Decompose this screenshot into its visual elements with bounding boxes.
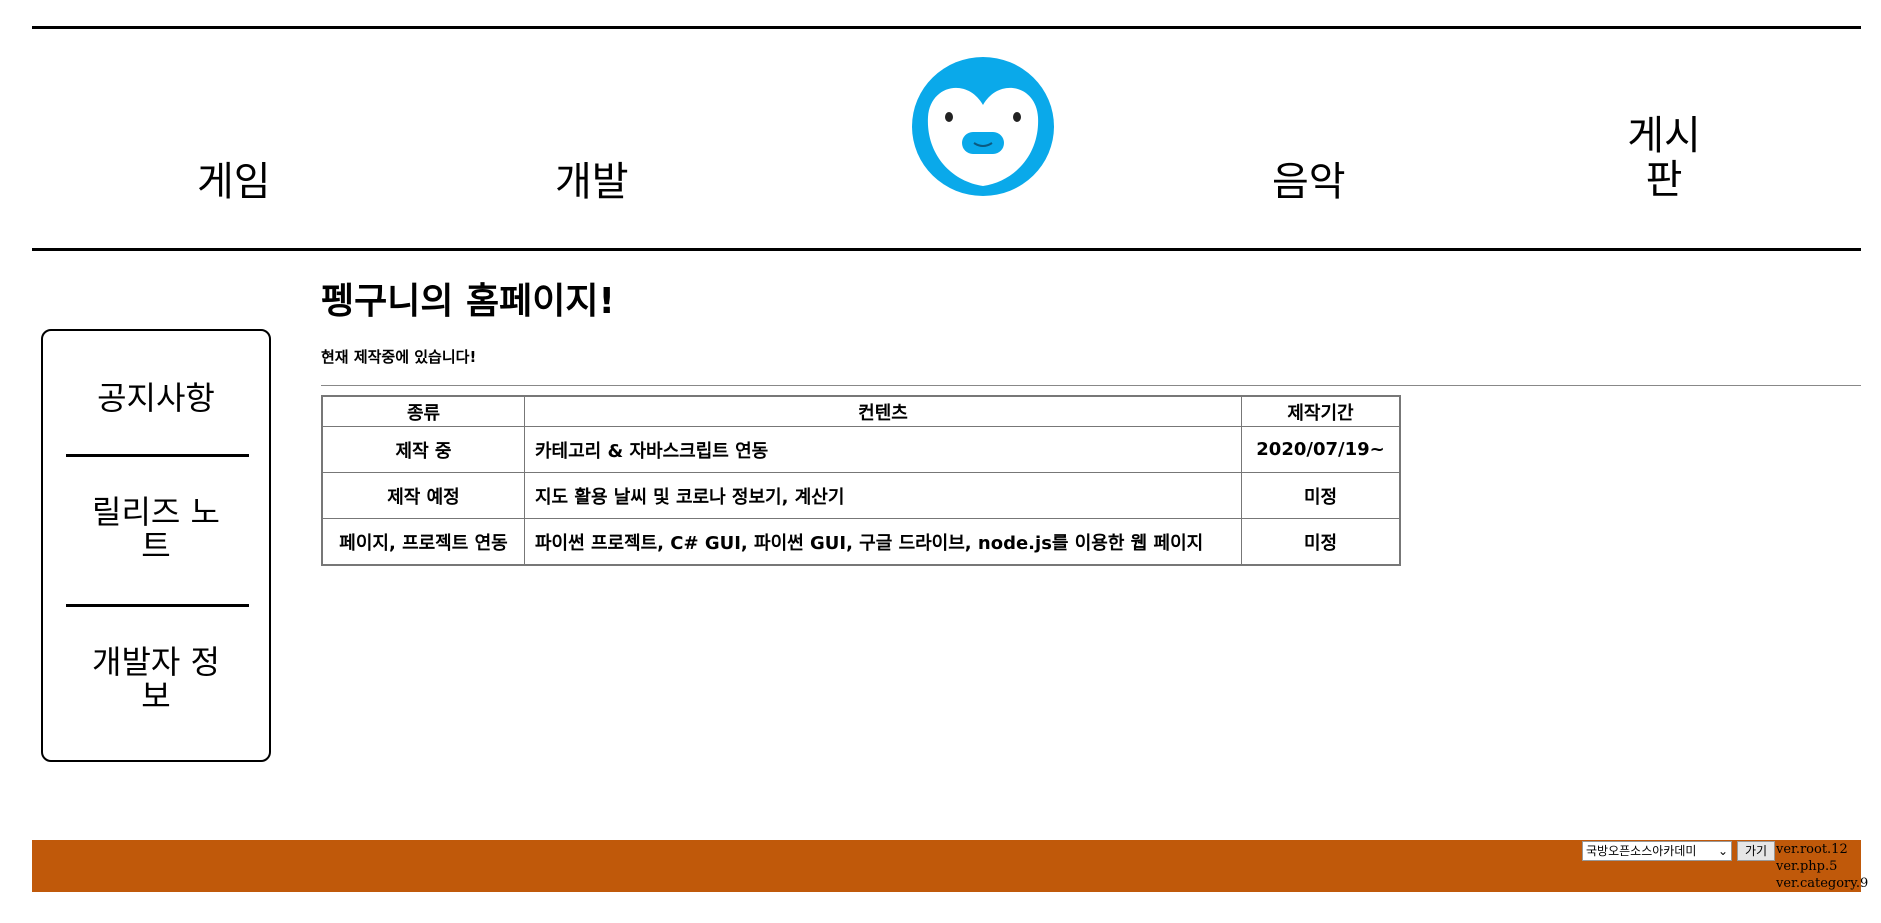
content-divider (321, 385, 1861, 386)
table-row: 페이지, 프로젝트 연동 파이썬 프로젝트, C# GUI, 파이썬 GUI, … (321, 518, 1401, 566)
table-cell-contents: 파이썬 프로젝트, C# GUI, 파이썬 GUI, 구글 드라이브, node… (524, 518, 1242, 566)
sidebar-item-developer-info[interactable]: 개발자 정보 (43, 645, 269, 713)
sidebar-item-notice[interactable]: 공지사항 (43, 381, 269, 415)
table-cell-period: 미정 (1241, 472, 1401, 519)
version-root: ver.root.12 (1776, 842, 1848, 857)
table-cell-type: 제작 중 (321, 426, 525, 473)
table-cell-period: 미정 (1241, 518, 1401, 566)
site-select[interactable]: 국방오픈소스아카데미 ⌄ (1582, 841, 1732, 861)
penguin-logo-icon[interactable] (912, 57, 1054, 196)
sidebar-divider (66, 454, 249, 457)
table-row: 제작 중 카테고리 & 자바스크립트 연동 2020/07/19~ (321, 426, 1401, 473)
sidebar-divider (66, 604, 249, 607)
table-cell-contents: 카테고리 & 자바스크립트 연동 (524, 426, 1242, 473)
table-cell-type: 페이지, 프로젝트 연동 (321, 518, 525, 566)
sidebar-item-release-notes[interactable]: 릴리즈 노트 (43, 495, 269, 563)
chevron-down-icon: ⌄ (1717, 844, 1728, 858)
header-top-line (32, 26, 1861, 29)
table-cell-contents: 지도 활용 날씨 및 코로나 정보기, 계산기 (524, 472, 1242, 519)
sidebar: 공지사항 릴리즈 노트 개발자 정보 (41, 329, 271, 762)
table-cell-type: 제작 예정 (321, 472, 525, 519)
version-category: ver.category.9 (1776, 876, 1869, 891)
project-table: 종류 컨텐츠 제작기간 제작 중 카테고리 & 자바스크립트 연동 2020/0… (321, 395, 1401, 566)
column-header-contents: 컨텐츠 (524, 395, 1242, 427)
nav-music[interactable]: 음악 (1272, 160, 1346, 204)
nav-game[interactable]: 게임 (197, 160, 271, 204)
page-title: 펭구니의 홈페이지! (321, 281, 615, 322)
page-subtitle: 현재 제작중에 있습니다! (321, 348, 477, 366)
nav-dev[interactable]: 개발 (555, 160, 629, 204)
table-cell-period: 2020/07/19~ (1241, 426, 1401, 473)
header-bottom-line (32, 248, 1861, 251)
column-header-type: 종류 (321, 395, 525, 427)
table-row: 제작 예정 지도 활용 날씨 및 코로나 정보기, 계산기 미정 (321, 472, 1401, 519)
version-php: ver.php.5 (1776, 859, 1838, 874)
nav-board[interactable]: 게시판 (1614, 114, 1714, 202)
site-select-value: 국방오픈소스아카데미 (1586, 844, 1697, 858)
column-header-period: 제작기간 (1241, 395, 1401, 427)
go-button[interactable]: 가기 (1737, 841, 1775, 861)
table-header-row: 종류 컨텐츠 제작기간 (321, 395, 1401, 427)
